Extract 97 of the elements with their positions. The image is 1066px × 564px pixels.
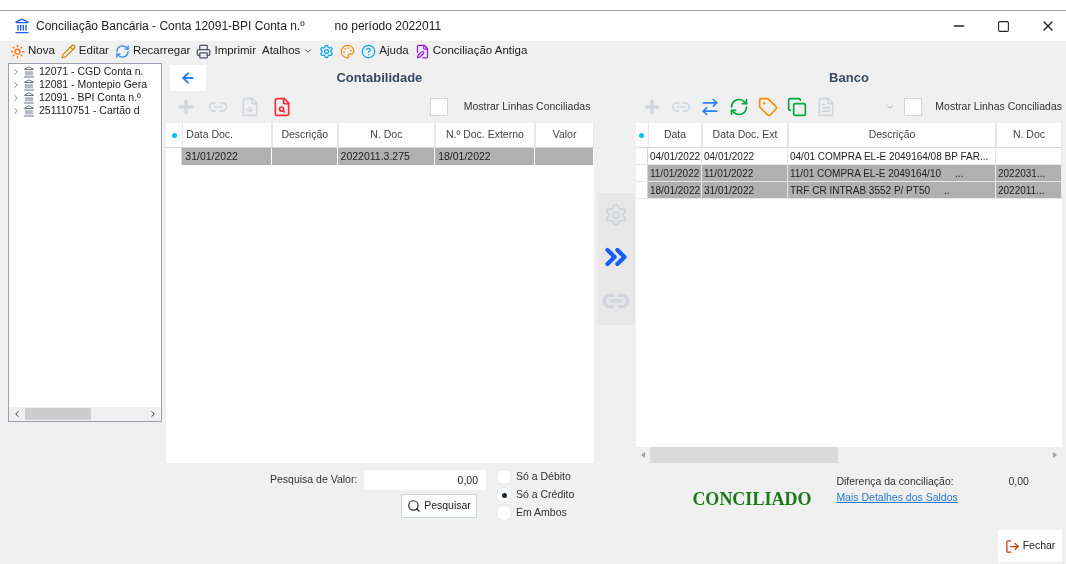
document-icon[interactable]: [816, 97, 836, 117]
table-cell: 04/01 COMPRA EL-E 2049164/08 BP FAR...: [788, 148, 996, 164]
radio-button[interactable]: [496, 487, 512, 503]
expand-icon[interactable]: [11, 105, 21, 116]
tree-label: 12081 - Montepio Gera: [39, 78, 147, 91]
pencil-icon: [60, 43, 76, 59]
toolbar-button[interactable]: Editar: [60, 42, 109, 60]
column-header[interactable]: Valor: [534, 123, 595, 147]
radio-label: Só a Débito: [516, 469, 571, 485]
tree-item[interactable]: 12071 - CGD Conta n.: [9, 65, 162, 78]
checkbox[interactable]: [904, 98, 923, 116]
table-cell: 2022031...: [996, 165, 1062, 181]
horizontal-scrollbar[interactable]: [9, 407, 162, 421]
add-icon[interactable]: [642, 97, 662, 117]
table-cell: 2022011...: [996, 182, 1062, 198]
document-search-icon[interactable]: [272, 97, 293, 117]
radio-button[interactable]: [496, 469, 512, 485]
toolbar-button[interactable]: Ajuda: [361, 42, 409, 60]
scroll-right-icon[interactable]: [1053, 452, 1057, 458]
help-icon: [361, 43, 377, 59]
column-header[interactable]: Data: [648, 123, 702, 147]
search-button[interactable]: Pesquisar: [401, 494, 477, 518]
details-link[interactable]: Mais Detalhes dos Saldos: [836, 490, 958, 506]
table-cell: [271, 148, 338, 165]
table-cell: 11/01 COMPRA EL-E 2049164/10 ...: [788, 165, 996, 181]
scroll-left-icon[interactable]: [641, 452, 645, 458]
difference-value: 0,00: [1008, 474, 1029, 489]
toolbar-button[interactable]: Recarregar: [114, 42, 191, 60]
checkbox[interactable]: [429, 98, 448, 116]
expand-icon[interactable]: [11, 66, 21, 77]
row-indicator-icon: [639, 132, 645, 138]
column-header[interactable]: N. Doc: [996, 123, 1062, 147]
column-header[interactable]: N.º Doc. Externo: [435, 123, 535, 147]
table-cell: 31/01/2022: [182, 148, 272, 165]
row-indicator-icon: [171, 132, 177, 138]
expand-icon[interactable]: [11, 92, 21, 103]
close-button[interactable]: Fechar: [998, 530, 1062, 562]
refresh-icon[interactable]: [729, 97, 749, 117]
tree-label: 12071 - CGD Conta n.: [39, 65, 144, 78]
maximize-icon[interactable]: [997, 19, 1010, 33]
table-cell: 18/01/2022: [435, 148, 535, 165]
table-cell: 04/01/2022: [702, 148, 788, 164]
copy-icon[interactable]: [787, 97, 807, 117]
search-icon: [407, 499, 422, 513]
table-cell: 11/01/2022: [648, 165, 702, 181]
toolbar-button[interactable]: Imprimir: [196, 42, 256, 60]
status-text: CONCILIADO: [692, 488, 812, 511]
column-header[interactable]: Data Doc.: [182, 123, 272, 147]
printer-icon: [196, 43, 212, 59]
exit-door-icon: [1004, 538, 1020, 554]
toolbar-button[interactable]: Nova: [10, 42, 55, 60]
difference-label: Diferença da conciliação:: [836, 474, 954, 489]
tag-icon[interactable]: [758, 97, 778, 117]
bank-icon: [23, 65, 35, 78]
table-cell: 18/01/2022: [648, 182, 702, 198]
tree-label: 251110751 - Cartão d: [39, 104, 140, 117]
expand-icon[interactable]: [11, 79, 21, 90]
caret-icon: [303, 46, 314, 56]
app-icon: [14, 18, 30, 34]
column-header[interactable]: Descrição: [788, 123, 996, 147]
settings-icon[interactable]: [319, 43, 335, 59]
sun-icon: [10, 43, 25, 59]
table-cell: 2022011.3.275: [337, 148, 436, 165]
column-header[interactable]: N. Doc: [337, 123, 436, 147]
window-period: no período 2022011: [334, 18, 442, 35]
palette-icon[interactable]: [340, 43, 356, 59]
value-field[interactable]: 0,00: [364, 470, 486, 490]
column-header[interactable]: Data Doc. Ext: [702, 123, 788, 147]
checkbox-label: Mostrar Linhas Conciliadas: [935, 99, 1062, 115]
column-header[interactable]: Descrição: [271, 123, 338, 147]
table-cell: TRF CR INTRAB 3552 P/ PT50 ..: [788, 182, 996, 198]
window-title: Conciliação Bancária - Conta 12091-BPI Conta n.º: [36, 18, 305, 35]
tree-item[interactable]: 251110751 - Cartão d: [9, 104, 162, 117]
panel-title: Banco: [829, 69, 869, 88]
table-cell: 31/01/2022: [702, 182, 788, 198]
caret-icon[interactable]: [885, 102, 896, 112]
back-button[interactable]: [170, 65, 207, 91]
scroll-left-icon[interactable]: [12, 409, 22, 419]
refresh-icon: [114, 43, 130, 59]
search-label: Pesquisa de Valor:: [270, 472, 359, 488]
toolbar-button[interactable]: Conciliação Antiga: [414, 42, 528, 60]
radio-label: Em Ambos: [516, 505, 567, 521]
tree-item[interactable]: 12091 - BPI Conta n.º: [9, 91, 162, 104]
checkbox-label: Mostrar Linhas Conciliadas: [463, 99, 591, 115]
transfer-icon[interactable]: [700, 97, 720, 117]
tree-item[interactable]: 12081 - Montepio Gera: [9, 78, 162, 91]
table-cell: 04/01/2022: [648, 148, 702, 164]
bank-icon: [23, 91, 35, 104]
radio-button[interactable]: [496, 505, 512, 521]
bank-icon: [23, 104, 35, 117]
document-pen-icon: [414, 43, 430, 59]
tree-label: 12091 - BPI Conta n.º: [39, 91, 141, 104]
panel-title: Contabilidade: [336, 69, 423, 88]
radio-label: Só a Crédito: [516, 487, 575, 503]
menu-button[interactable]: Atalhos: [261, 42, 314, 60]
bank-icon: [23, 78, 35, 91]
table-cell: 11/01/2022: [702, 165, 788, 181]
